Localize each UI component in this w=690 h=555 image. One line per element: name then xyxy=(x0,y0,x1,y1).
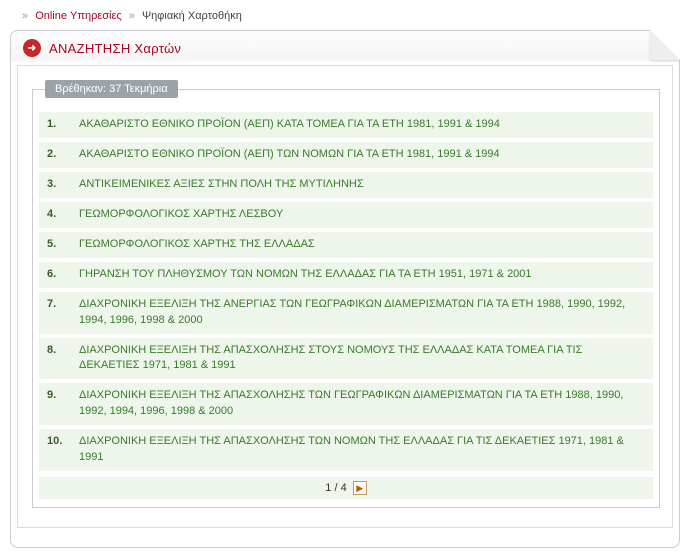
breadcrumb-sep: » xyxy=(22,10,28,22)
result-row: 9. ΔΙΑΧΡΟΝΙΚΗ ΕΞΕΛΙΞΗ ΤΗΣ ΑΠΑΣΧΟΛΗΣΗΣ ΤΩΝ… xyxy=(39,383,653,425)
result-title-link[interactable]: ΔΙΑΧΡΟΝΙΚΗ ΕΞΕΛΙΞΗ ΤΗΣ ΑΝΕΡΓΙΑΣ ΤΩΝ ΓΕΩΓ… xyxy=(79,297,645,329)
panel-title: ΑΝΑΖΗΤΗΣΗ Χαρτών xyxy=(49,41,181,56)
page-fold-decoration xyxy=(650,30,680,60)
result-number: 9. xyxy=(47,388,69,404)
result-number: 8. xyxy=(47,343,69,359)
result-title-link[interactable]: ΓΕΩΜΟΡΦΟΛΟΓΙΚΟΣ ΧΑΡΤΗΣ ΛΕΣΒΟΥ xyxy=(79,207,283,223)
result-number: 1. xyxy=(47,117,69,133)
result-row: 2. ΑΚΑΘΑΡΙΣΤΟ ΕΘΝΙΚΟ ΠΡΟΪΟΝ (ΑΕΠ) ΤΩΝ ΝΟΜ… xyxy=(39,142,653,168)
result-title-link[interactable]: ΔΙΑΧΡΟΝΙΚΗ ΕΞΕΛΙΞΗ ΤΗΣ ΑΠΑΣΧΟΛΗΣΗΣ ΣΤΟΥΣ… xyxy=(79,343,645,375)
result-number: 4. xyxy=(47,207,69,223)
result-row: 3. ΑΝΤΙΚΕΙΜΕΝΙΚΕΣ ΑΞΙΕΣ ΣΤΗΝ ΠΟΛΗ ΤΗΣ ΜΥΤ… xyxy=(39,172,653,198)
result-number: 2. xyxy=(47,147,69,163)
result-row: 1. ΑΚΑΘΑΡΙΣΤΟ ΕΘΝΙΚΟ ΠΡΟΪΟΝ (ΑΕΠ) ΚΑΤΑ ΤΟ… xyxy=(39,112,653,138)
result-row: 5. ΓΕΩΜΟΡΦΟΛΟΓΙΚΟΣ ΧΑΡΤΗΣ ΤΗΣ ΕΛΛΑΔΑΣ xyxy=(39,232,653,258)
breadcrumb: » Online Υπηρεσίες » Ψηφιακή Χαρτοθήκη xyxy=(0,0,690,30)
result-number: 5. xyxy=(47,237,69,253)
result-row: 7. ΔΙΑΧΡΟΝΙΚΗ ΕΞΕΛΙΞΗ ΤΗΣ ΑΝΕΡΓΙΑΣ ΤΩΝ ΓΕ… xyxy=(39,292,653,334)
pager-text: 1 / 4 xyxy=(325,482,346,494)
arrow-circle-icon: ➜ xyxy=(23,39,41,57)
result-title-link[interactable]: ΓΗΡΑΝΣΗ ΤΟΥ ΠΛΗΘΥΣΜΟΥ ΤΩΝ ΝΟΜΩΝ ΤΗΣ ΕΛΛΑ… xyxy=(79,267,532,283)
result-title-link[interactable]: ΑΝΤΙΚΕΙΜΕΝΙΚΕΣ ΑΞΙΕΣ ΣΤΗΝ ΠΟΛΗ ΤΗΣ ΜΥΤΙΛ… xyxy=(79,177,364,193)
results-count-legend: Βρέθηκαν: 37 Τεκμήρια xyxy=(45,80,178,98)
result-row: 10. ΔΙΑΧΡΟΝΙΚΗ ΕΞΕΛΙΞΗ ΤΗΣ ΑΠΑΣΧΟΛΗΣΗΣ ΤΩ… xyxy=(39,429,653,471)
result-number: 7. xyxy=(47,297,69,313)
result-title-link[interactable]: ΓΕΩΜΟΡΦΟΛΟΓΙΚΟΣ ΧΑΡΤΗΣ ΤΗΣ ΕΛΛΑΔΑΣ xyxy=(79,237,315,253)
result-title-link[interactable]: ΔΙΑΧΡΟΝΙΚΗ ΕΞΕΛΙΞΗ ΤΗΣ ΑΠΑΣΧΟΛΗΣΗΣ ΤΩΝ Ν… xyxy=(79,434,645,466)
panel-header: ➜ ΑΝΑΖΗΤΗΣΗ Χαρτών xyxy=(17,31,673,63)
result-number: 6. xyxy=(47,267,69,283)
result-row: 8. ΔΙΑΧΡΟΝΙΚΗ ΕΞΕΛΙΞΗ ΤΗΣ ΑΠΑΣΧΟΛΗΣΗΣ ΣΤΟ… xyxy=(39,338,653,380)
breadcrumb-online-services[interactable]: Online Υπηρεσίες xyxy=(35,10,122,22)
breadcrumb-digital-maps: Ψηφιακή Χαρτοθήκη xyxy=(142,10,242,22)
result-row: 4. ΓΕΩΜΟΡΦΟΛΟΓΙΚΟΣ ΧΑΡΤΗΣ ΛΕΣΒΟΥ xyxy=(39,202,653,228)
result-row: 6. ΓΗΡΑΝΣΗ ΤΟΥ ΠΛΗΘΥΣΜΟΥ ΤΩΝ ΝΟΜΩΝ ΤΗΣ ΕΛ… xyxy=(39,262,653,288)
result-title-link[interactable]: ΔΙΑΧΡΟΝΙΚΗ ΕΞΕΛΙΞΗ ΤΗΣ ΑΠΑΣΧΟΛΗΣΗΣ ΤΩΝ Γ… xyxy=(79,388,645,420)
results-scroll-area[interactable]: Βρέθηκαν: 37 Τεκμήρια 1. ΑΚΑΘΑΡΙΣΤΟ ΕΘΝΙΚ… xyxy=(17,65,673,528)
results-panel: ➜ ΑΝΑΖΗΤΗΣΗ Χαρτών Βρέθηκαν: 37 Τεκμήρια… xyxy=(10,30,680,548)
results-list: 1. ΑΚΑΘΑΡΙΣΤΟ ΕΘΝΙΚΟ ΠΡΟΪΟΝ (ΑΕΠ) ΚΑΤΑ ΤΟ… xyxy=(37,112,655,471)
pager: 1 / 4 ▶ xyxy=(39,477,653,499)
result-number: 10. xyxy=(47,434,69,450)
result-number: 3. xyxy=(47,177,69,193)
results-fieldset: Βρέθηκαν: 37 Τεκμήρια 1. ΑΚΑΘΑΡΙΣΤΟ ΕΘΝΙΚ… xyxy=(32,80,660,508)
breadcrumb-sep: » xyxy=(129,10,135,22)
pager-next-button[interactable]: ▶ xyxy=(353,481,367,495)
result-title-link[interactable]: ΑΚΑΘΑΡΙΣΤΟ ΕΘΝΙΚΟ ΠΡΟΪΟΝ (ΑΕΠ) ΚΑΤΑ ΤΟΜΕ… xyxy=(79,117,500,133)
result-title-link[interactable]: ΑΚΑΘΑΡΙΣΤΟ ΕΘΝΙΚΟ ΠΡΟΪΟΝ (ΑΕΠ) ΤΩΝ ΝΟΜΩΝ… xyxy=(79,147,500,163)
